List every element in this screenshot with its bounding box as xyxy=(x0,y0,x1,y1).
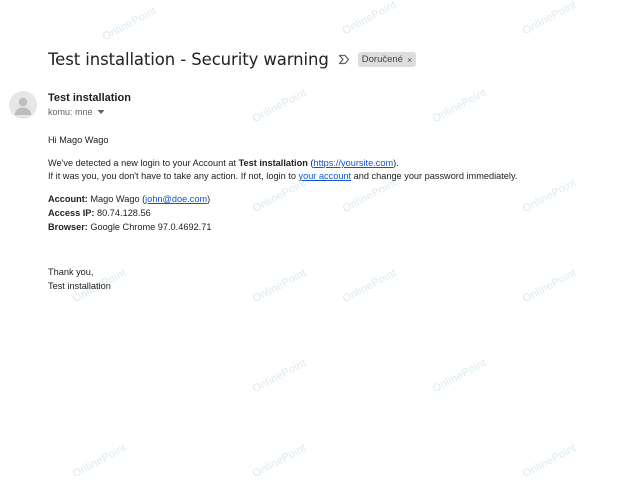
ip-label: Access IP: xyxy=(48,208,95,218)
watermark: OnlinePoint xyxy=(100,4,159,44)
greeting: Hi Mago Wago xyxy=(48,135,109,145)
watermark-layer: OnlinePoint OnlinePoint OnlinePoint Onli… xyxy=(0,0,640,480)
email-subject: Test installation - Security warning xyxy=(48,50,329,69)
browser-value: Google Chrome 97.0.4692.71 xyxy=(87,222,212,232)
watermark: OnlinePoint xyxy=(430,86,489,126)
label-chip-text: Doručené xyxy=(361,54,403,65)
watermark: OnlinePoint xyxy=(520,0,579,38)
account-detail: Account: Mago Wago (john@doe.com) xyxy=(48,194,210,204)
paragraph-text: We've detected a new login to your Accou… xyxy=(48,158,239,168)
person-icon xyxy=(14,97,32,115)
watermark: OnlinePoint xyxy=(250,441,309,480)
site-name: Test installation xyxy=(238,158,308,168)
watermark: OnlinePoint xyxy=(340,0,399,38)
inbox-label-chip[interactable]: Doručené × xyxy=(357,52,417,67)
watermark: OnlinePoint xyxy=(250,356,309,396)
browser-label: Browser: xyxy=(48,222,88,232)
account-email-link[interactable]: john@doe.com xyxy=(145,194,207,204)
body-paragraph-2: If it was you, you don't have to take an… xyxy=(48,171,517,181)
watermark: OnlinePoint xyxy=(250,266,309,306)
your-account-link[interactable]: your account xyxy=(298,171,351,181)
sender-avatar[interactable] xyxy=(9,91,37,119)
close-icon[interactable]: × xyxy=(407,55,412,65)
body-paragraph-1: We've detected a new login to your Accou… xyxy=(48,158,399,168)
label-arrow-icon[interactable] xyxy=(338,54,350,65)
recipient-text: komu: mne xyxy=(48,107,93,117)
watermark: OnlinePoint xyxy=(70,441,129,480)
browser-detail: Browser: Google Chrome 97.0.4692.71 xyxy=(48,222,211,232)
site-link[interactable]: https://yoursite.com xyxy=(313,158,393,168)
watermark: OnlinePoint xyxy=(520,441,579,480)
signature: Test installation xyxy=(48,281,111,291)
paragraph-text: ). xyxy=(393,158,399,168)
caret-down-icon xyxy=(97,110,105,114)
ip-detail: Access IP: 80.74.128.56 xyxy=(48,208,151,218)
sender-name: Test installation xyxy=(48,92,131,104)
watermark: OnlinePoint xyxy=(340,266,399,306)
ip-value: 80.74.128.56 xyxy=(94,208,151,218)
watermark: OnlinePoint xyxy=(430,356,489,396)
paragraph-text: and change your password immediately. xyxy=(351,171,518,181)
watermark: OnlinePoint xyxy=(520,266,579,306)
account-value: ) xyxy=(207,194,211,204)
paragraph-text: If it was you, you don't have to take an… xyxy=(48,171,299,181)
watermark: OnlinePoint xyxy=(520,176,579,216)
closing-thanks: Thank you, xyxy=(48,267,94,277)
account-label: Account: xyxy=(48,194,88,204)
watermark: OnlinePoint xyxy=(250,86,309,126)
watermark: OnlinePoint xyxy=(250,176,309,216)
watermark: OnlinePoint xyxy=(340,176,399,216)
recipient-details-toggle[interactable]: komu: mne xyxy=(48,107,105,117)
account-value: Mago Wago ( xyxy=(87,194,146,204)
subject-row: Test installation - Security warning Dor… xyxy=(48,50,417,69)
